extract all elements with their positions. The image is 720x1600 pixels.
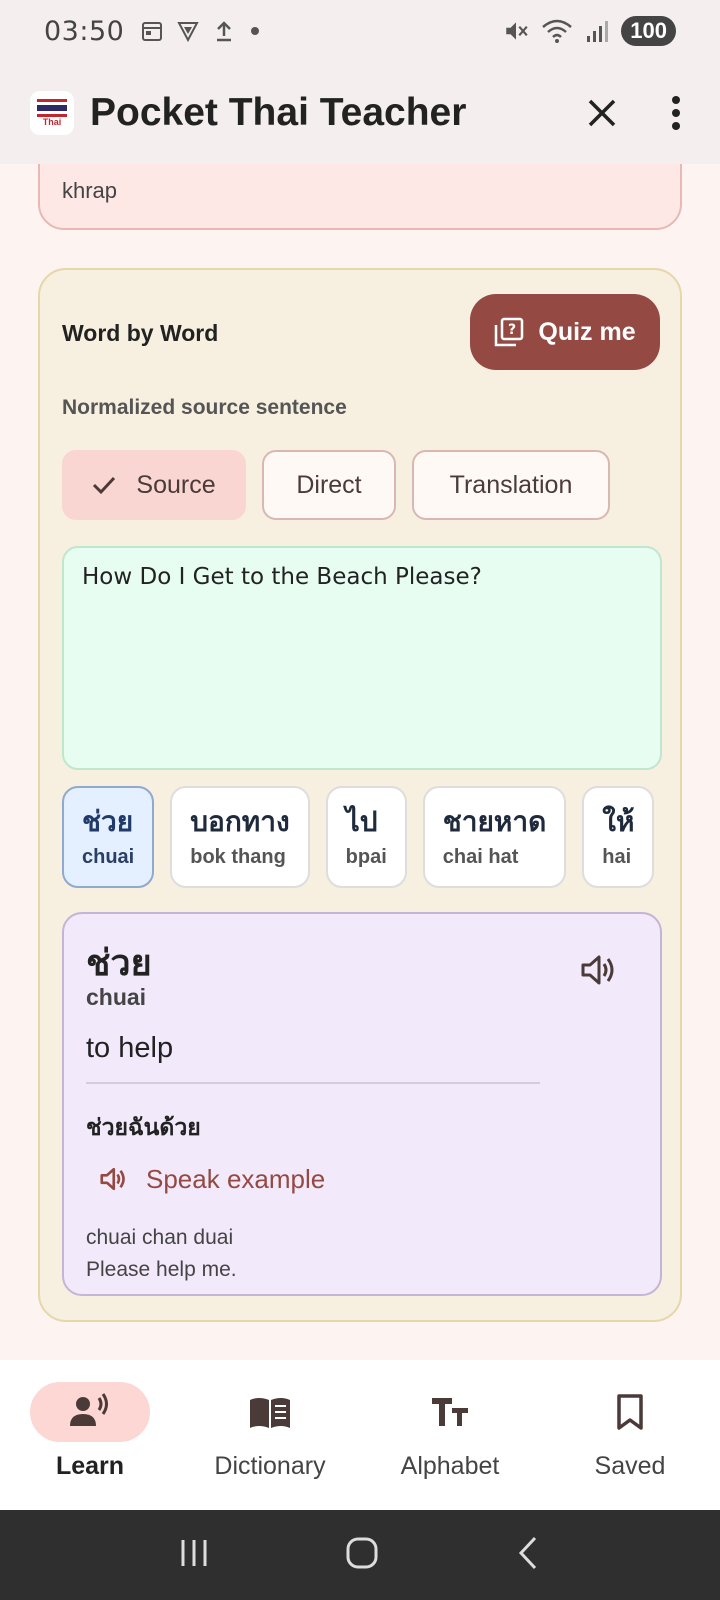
- token-roman: hai: [602, 846, 632, 868]
- chip-translation-label: Translation: [449, 470, 573, 499]
- chip-direct[interactable]: Direct: [262, 450, 396, 520]
- home-button[interactable]: [344, 1535, 380, 1576]
- token-thai: ชายหาด: [442, 805, 547, 838]
- app-bar: Thai Pocket Thai Teacher: [0, 62, 720, 164]
- bookmark-icon: [617, 1394, 643, 1430]
- sentence-text: How Do I Get to the Beach Please?: [82, 564, 482, 590]
- quiz-icon: ?: [495, 317, 524, 347]
- status-time: 03:50: [44, 15, 125, 47]
- system-navigation-bar: [0, 1510, 720, 1600]
- speak-example-button[interactable]: Speak example: [98, 1152, 325, 1206]
- wifi-icon: [542, 19, 573, 43]
- text-size-icon: [432, 1398, 468, 1426]
- token-roman: chuai: [82, 846, 135, 868]
- detail-romanization: chuai: [86, 984, 147, 1010]
- battery-badge: 100: [621, 16, 676, 46]
- app-title: Pocket Thai Teacher: [90, 91, 467, 134]
- nav-alphabet-pill: [390, 1382, 510, 1442]
- recent-apps-button[interactable]: [177, 1536, 211, 1575]
- flag-icon: [37, 99, 67, 117]
- sentence-mode-chips: Source Direct Translation: [62, 450, 610, 520]
- close-button[interactable]: [578, 89, 626, 137]
- recents-icon: [181, 1539, 207, 1566]
- token-thai: บอกทาง: [190, 805, 290, 838]
- detail-thai-word: ช่วย: [86, 943, 152, 984]
- token-roman: chai hat: [442, 846, 519, 868]
- volume-icon: [100, 1167, 125, 1191]
- chip-source[interactable]: Source: [62, 450, 246, 520]
- chip-translation[interactable]: Translation: [412, 450, 610, 520]
- token-hai[interactable]: ให้ hai: [582, 786, 655, 888]
- nav-alphabet-label: Alphabet: [400, 1452, 500, 1480]
- check-icon: [93, 476, 116, 495]
- calendar-icon: [142, 22, 163, 41]
- dot-icon: [251, 27, 260, 35]
- divider: [86, 1082, 540, 1084]
- normalized-sentence-label: Normalized source sentence: [62, 396, 347, 419]
- word-by-word-card: Word by Word ? Quiz me Normalized source…: [38, 268, 682, 1322]
- nav-learn-label: Learn: [55, 1452, 125, 1480]
- more-options-button[interactable]: [662, 89, 690, 137]
- word-detail-card: ช่วย chuai to help ช่วยฉันด้วย Speak exa…: [62, 912, 662, 1296]
- quiz-me-label: Quiz me: [538, 317, 636, 346]
- token-thai: ให้: [602, 805, 635, 838]
- book-icon: [250, 1398, 290, 1428]
- token-bok-thang[interactable]: บอกทาง bok thang: [170, 786, 310, 888]
- sentence-text-box[interactable]: How Do I Get to the Beach Please?: [62, 546, 662, 770]
- example-english: Please help me.: [86, 1258, 237, 1281]
- nav-saved-pill: [570, 1382, 690, 1442]
- signal-icon: [587, 21, 609, 42]
- mute-icon: [506, 22, 528, 40]
- nav-alphabet[interactable]: Alphabet: [360, 1360, 540, 1510]
- token-thai: ช่วย: [82, 805, 134, 838]
- more-vert-icon: [672, 96, 680, 130]
- word-token-list: ช่วย chuai บอกทาง bok thang ไป bpai ชายห…: [62, 786, 662, 892]
- detail-meaning: to help: [86, 1032, 174, 1064]
- speak-word-button[interactable]: [578, 950, 622, 994]
- volume-icon: [581, 955, 614, 985]
- upload-icon: [217, 21, 232, 42]
- learn-icon: [70, 1393, 108, 1426]
- back-icon: [519, 1536, 537, 1569]
- status-bar: 03:50 100: [0, 0, 720, 62]
- bottom-navigation: Learn Dictionary Alphabet Saved: [0, 1360, 720, 1510]
- quiz-me-button[interactable]: ? Quiz me: [470, 294, 660, 370]
- nav-learn[interactable]: Learn: [0, 1360, 180, 1510]
- nav-saved[interactable]: Saved: [540, 1360, 720, 1510]
- token-chuai[interactable]: ช่วย chuai: [62, 786, 155, 888]
- speak-example-label: Speak example: [146, 1163, 326, 1194]
- nav-dictionary-label: Dictionary: [214, 1452, 326, 1480]
- nav-dictionary[interactable]: Dictionary: [180, 1360, 360, 1510]
- app-logo: Thai: [30, 91, 74, 135]
- token-roman: bpai: [345, 846, 387, 868]
- app-logo-text: Thai: [42, 117, 62, 127]
- close-icon: [588, 99, 616, 127]
- example-romanization: chuai chan duai: [86, 1226, 234, 1249]
- token-thai: ไป: [345, 805, 378, 838]
- nav-learn-pill: [30, 1382, 150, 1442]
- shield-icon: [177, 22, 199, 43]
- chip-direct-label: Direct: [296, 470, 362, 499]
- token-roman: bok thang: [190, 846, 286, 868]
- status-system-icons: 100: [503, 16, 676, 46]
- back-button[interactable]: [513, 1535, 543, 1576]
- nav-saved-label: Saved: [594, 1452, 666, 1480]
- nav-dictionary-pill: [210, 1382, 330, 1442]
- home-icon: [346, 1537, 378, 1568]
- token-chai-hat[interactable]: ชายหาด chai hat: [422, 786, 567, 888]
- word-by-word-title: Word by Word: [62, 320, 219, 346]
- token-bpai[interactable]: ไป bpai: [325, 786, 407, 888]
- example-thai: ช่วยฉันด้วย: [86, 1115, 201, 1141]
- previous-card-text: khrap: [62, 178, 118, 203]
- status-notification-icons: [140, 19, 262, 43]
- chip-source-label: Source: [136, 470, 216, 499]
- svg-text:?: ?: [508, 322, 516, 338]
